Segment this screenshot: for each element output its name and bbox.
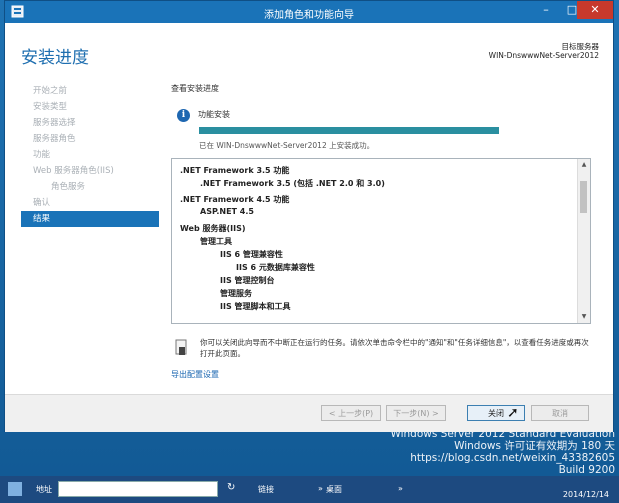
feature-install-label: 功能安装 [198,110,230,119]
watermark-license: Windows 许可证有效期为 180 天 [454,440,615,452]
title-bar[interactable]: 添加角色和功能向导 – □ ✕ [5,1,613,23]
feature-list-item-net45-features: .NET Framework 4.5 功能 [180,195,290,204]
page-title: 安装进度 [21,48,89,68]
nav-item-role-services: 角色服务 [51,182,86,192]
feature-list-item-web-server-iis: Web 服务器(IIS) [180,224,246,233]
nav-item-server-selection: 服务器选择 [33,118,76,128]
next-button[interactable]: 下一步(N) > [386,405,446,421]
links-label[interactable]: 链接 [258,484,274,495]
wizard-window: 添加角色和功能向导 – □ ✕ 安装进度 目标服务器 WIN-DnswwwNet… [4,0,614,432]
destination-server-value: WIN-DnswwwNet-Server2012 [488,51,599,60]
taskbar: 地址 ▾ ↻ 链接 » 桌面 » 2014/12/14 [0,476,619,503]
feature-list-item-iis6-metabase: IIS 6 元数据库兼容性 [236,263,315,272]
feature-list-item-management-service: 管理服务 [220,289,252,298]
installed-features-list[interactable]: .NET Framework 3.5 功能 .NET Framework 3.5 … [171,158,591,324]
nav-item-results[interactable]: 结果 [21,211,159,227]
vertical-scrollbar[interactable]: ▲ ▼ [577,159,590,323]
feature-list-item-net35-features: .NET Framework 3.5 功能 [180,166,290,175]
info-icon: i [177,109,190,122]
start-icon[interactable] [8,482,22,496]
address-input[interactable] [58,481,218,497]
chevron-down-icon[interactable]: ▾ [208,484,212,493]
notification-flag-icon [175,339,187,355]
scroll-up-icon[interactable]: ▲ [578,159,590,171]
nav-item-confirmation: 确认 [33,198,51,208]
wizard-button-bar: < 上一步(P) 下一步(N) > 关闭 取消 [5,394,613,432]
feature-list-item-iis-console: IIS 管理控制台 [220,276,275,285]
refresh-icon[interactable]: ↻ [227,482,235,493]
feature-list-item-management-tools: 管理工具 [200,237,232,246]
feature-list-item-aspnet45-item: ASP.NET 4.5 [200,207,254,216]
nav-item-server-roles: 服务器角色 [33,134,76,144]
nav-item-web-server-role: Web 服务器角色(IIS) [33,166,114,176]
scroll-down-icon[interactable]: ▼ [578,311,590,323]
close-wizard-note: 你可以关闭此向导而不中断正在运行的任务。请依次单击命令栏中的"通知"和"任务详细… [200,338,589,358]
nav-item-before-you-begin: 开始之前 [33,86,68,96]
section-label: 查看安装进度 [171,84,219,93]
chevron-right-icon[interactable]: » [318,484,323,493]
nav-item-installation-type: 安装类型 [33,102,68,112]
taskbar-date: 2014/12/14 [562,490,609,499]
window-title: 添加角色和功能向导 [264,10,354,21]
install-progress-bar [199,127,499,134]
desktop-label[interactable]: 桌面 [326,484,342,495]
feature-list-item-iis-scripts-tools: IIS 管理脚本和工具 [220,302,291,311]
progress-fill [199,127,499,134]
previous-button[interactable]: < 上一步(P) [321,405,381,421]
mouse-pointer-icon: ➚ [507,405,519,421]
close-icon[interactable]: ✕ [577,1,613,19]
chevron-right-icon[interactable]: » [398,484,403,493]
desktop-watermark: Windows Server 2012 Standard Evaluation … [365,428,615,476]
feature-list-item-iis6-compat: IIS 6 管理兼容性 [220,250,283,259]
scroll-thumb[interactable] [580,181,587,213]
cancel-button[interactable]: 取消 [531,405,589,421]
feature-list-item-net35-item: .NET Framework 3.5 (包括 .NET 2.0 和 3.0) [200,179,385,188]
nav-item-features: 功能 [33,150,51,160]
address-label: 地址 [36,485,52,494]
watermark-blog-url: https://blog.csdn.net/weixin_43382605 [410,452,615,464]
minimize-icon[interactable]: – [533,1,559,19]
wizard-nav: 开始之前 安装类型 服务器选择 服务器角色 功能 Web 服务器角色(IIS) … [21,83,159,227]
export-configuration-link[interactable]: 导出配置设置 [171,369,219,380]
install-status-text: 已在 WIN-DnswwwNet-Server2012 上安装成功。 [199,141,375,150]
watermark-build: Build 9200 [558,464,615,476]
